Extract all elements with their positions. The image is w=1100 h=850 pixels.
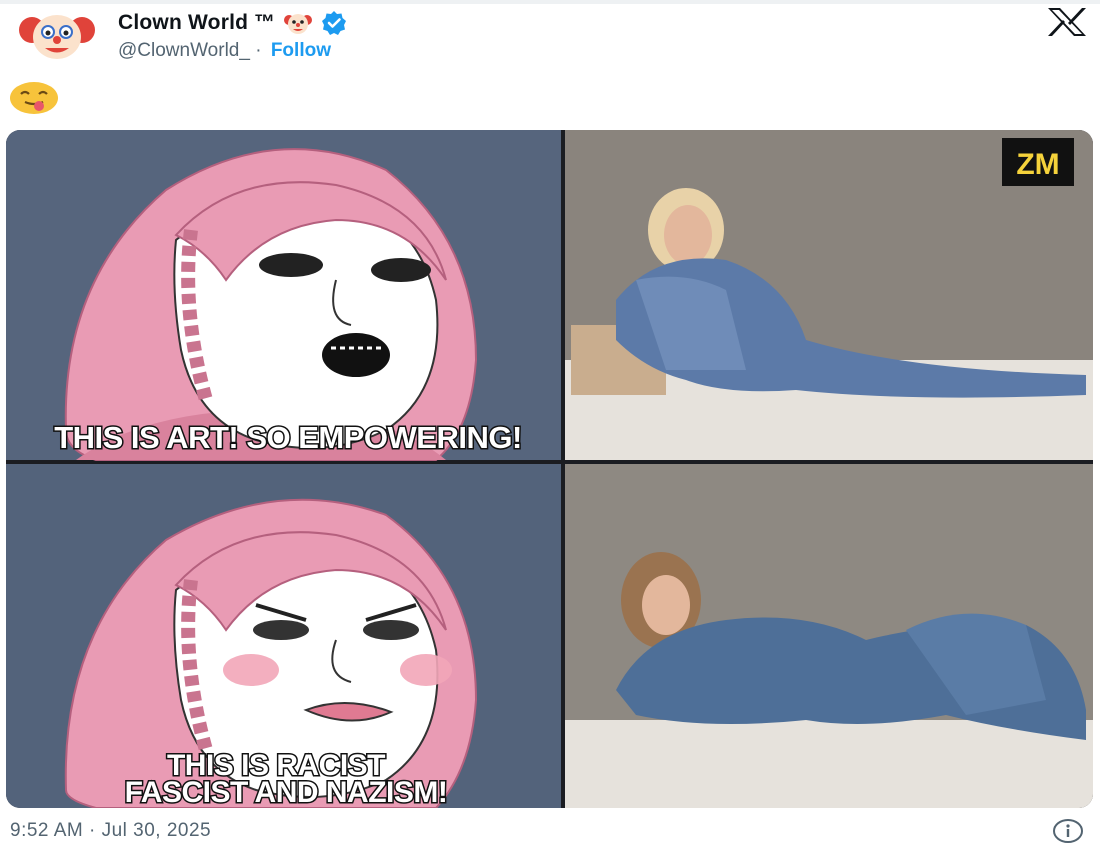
- info-icon[interactable]: [1051, 818, 1085, 844]
- separator: ·: [255, 40, 262, 61]
- top-divider: [0, 0, 1100, 4]
- meme-image[interactable]: ZM THIS IS ART! SO EMPOWERING! THIS IS R…: [6, 130, 1093, 808]
- handle-row: @ClownWorld_ · Follow: [118, 40, 331, 62]
- timestamp[interactable]: 9:52 AM · Jul 30, 2025: [10, 820, 211, 842]
- verified-badge-icon: [322, 11, 347, 35]
- clown-emoji-icon: [284, 14, 313, 34]
- bottom-caption-line2: FASCIST AND NAZISM!: [125, 776, 448, 808]
- clown-avatar-icon[interactable]: [12, 10, 102, 60]
- x-logo-icon[interactable]: [1044, 6, 1090, 38]
- top-caption: THIS IS ART! SO EMPOWERING!: [54, 420, 522, 455]
- author-name-row[interactable]: Clown World ™: [118, 10, 347, 36]
- face-with-tongue-icon: [10, 82, 58, 114]
- handle[interactable]: @ClownWorld_: [118, 40, 250, 61]
- display-name[interactable]: Clown World ™: [118, 11, 275, 35]
- watermark-text: ZM: [1016, 148, 1059, 181]
- follow-button[interactable]: Follow: [271, 40, 331, 61]
